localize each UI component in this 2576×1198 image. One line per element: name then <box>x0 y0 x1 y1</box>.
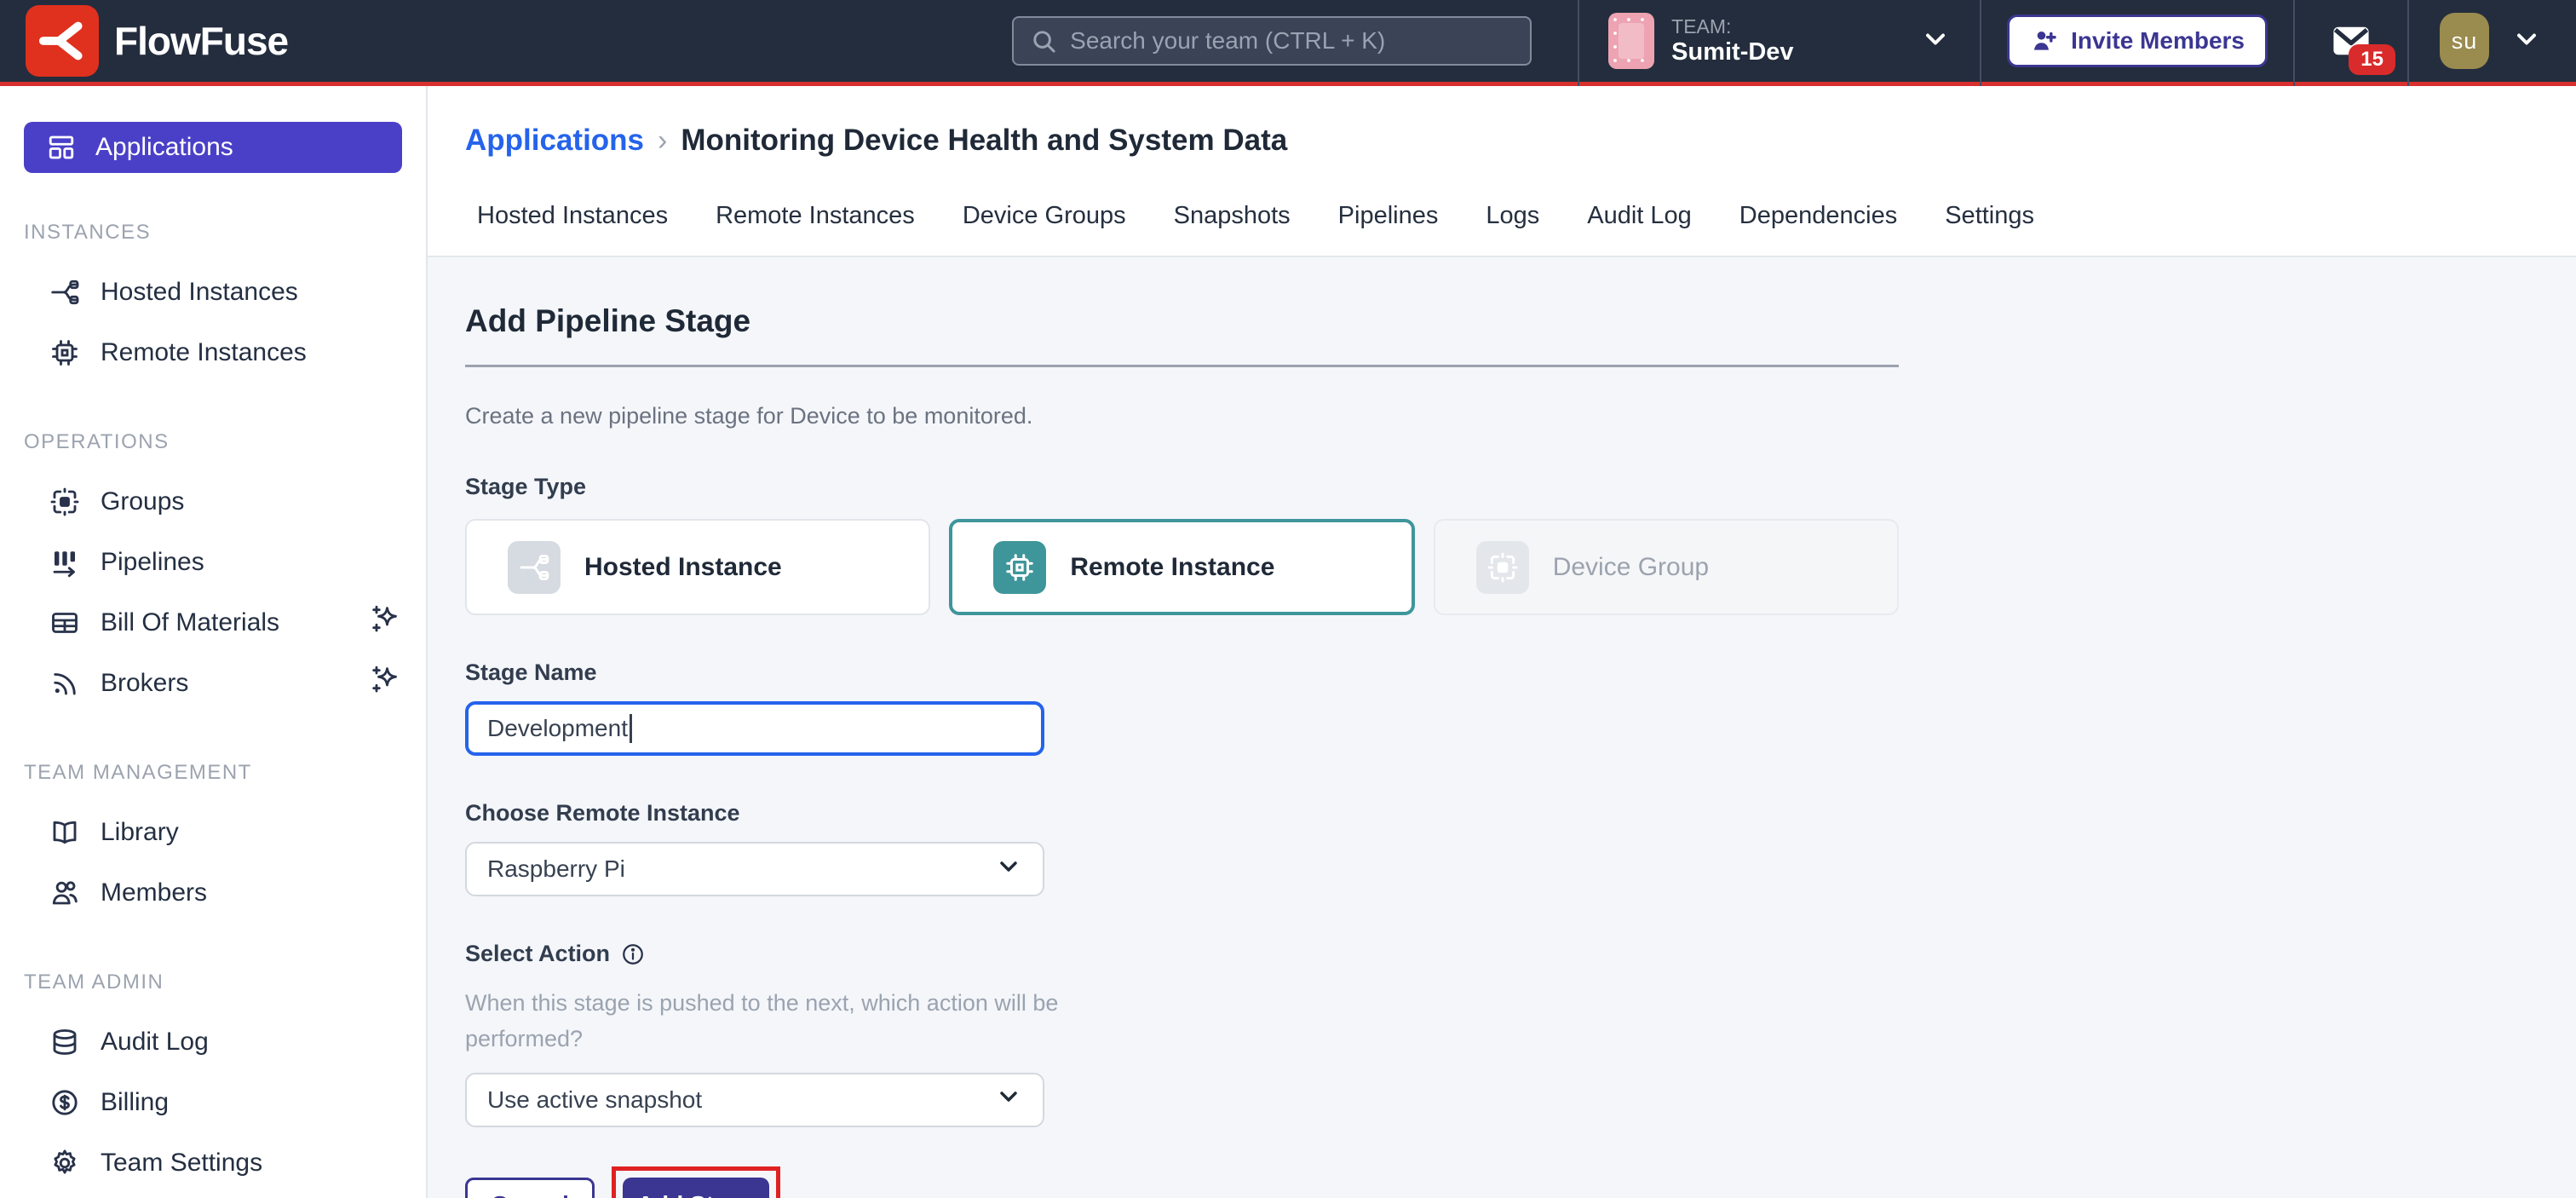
avatar: su <box>2440 13 2489 69</box>
sidebar-item-bill-of-materials[interactable]: Bill Of Materials <box>0 592 426 653</box>
user-menu[interactable]: su <box>2409 13 2550 69</box>
form-actions: Cancel Add Stage <box>465 1166 1899 1198</box>
main-area: Applications › Monitoring Device Health … <box>428 86 2576 1198</box>
sidebar-item-audit-log[interactable]: Audit Log <box>0 1011 426 1072</box>
applications-grid-icon <box>46 132 77 163</box>
cancel-button[interactable]: Cancel <box>465 1178 595 1198</box>
text-caret <box>630 714 632 743</box>
gear-icon <box>49 1148 80 1178</box>
dollar-icon <box>49 1087 80 1118</box>
remote-instance-label: Choose Remote Instance <box>465 800 1899 827</box>
content-area: Add Pipeline Stage Create a new pipeline… <box>428 256 2576 1198</box>
device-group-icon <box>49 487 80 517</box>
page: FlowFuse TEAM: Sumit-Dev Invite Members <box>0 0 2576 1198</box>
stage-type-device-group: Device Group <box>1434 519 1899 615</box>
team-search[interactable] <box>1012 16 1532 66</box>
search-icon <box>1029 26 1058 55</box>
section-label-team-management: TEAM MANAGEMENT <box>0 761 426 785</box>
notifications-button[interactable]: 15 <box>2295 19 2407 63</box>
chevron-down-icon <box>2511 24 2542 59</box>
tab-hosted-instances[interactable]: Hosted Instances <box>477 202 668 230</box>
annotation-highlight-box: Add Stage <box>612 1166 780 1198</box>
breadcrumb: Applications › Monitoring Device Health … <box>465 124 2576 158</box>
brand-name: FlowFuse <box>114 18 288 64</box>
team-selector[interactable]: TEAM: Sumit-Dev <box>1579 13 1980 69</box>
stage-name-label: Stage Name <box>465 659 1899 686</box>
sparkle-icon <box>368 602 402 643</box>
section-label-instances: INSTANCES <box>0 221 426 245</box>
chip-icon <box>49 337 80 368</box>
hosted-instances-icon <box>49 277 80 308</box>
stage-type-hosted-instance[interactable]: Hosted Instance <box>465 519 930 615</box>
sparkle-icon <box>368 663 402 704</box>
top-navbar: FlowFuse TEAM: Sumit-Dev Invite Members <box>0 0 2576 86</box>
title-divider <box>465 365 1899 367</box>
broker-rss-icon <box>49 668 80 699</box>
book-icon <box>49 817 80 848</box>
tab-bar: Hosted Instances Remote Instances Device… <box>465 158 2576 256</box>
sidebar-item-billing[interactable]: Billing <box>0 1072 426 1132</box>
team-label: TEAM: <box>1671 15 1793 37</box>
sidebar-item-members[interactable]: Members <box>0 862 426 923</box>
invite-members-button[interactable]: Invite Members <box>2007 14 2268 67</box>
search-input[interactable] <box>1070 27 1515 55</box>
device-group-icon <box>1476 541 1529 594</box>
chevron-down-icon <box>995 1083 1022 1116</box>
notification-badge: 15 <box>2349 44 2395 75</box>
tab-logs[interactable]: Logs <box>1486 202 1539 230</box>
tab-remote-instances[interactable]: Remote Instances <box>716 202 915 230</box>
tab-snapshots[interactable]: Snapshots <box>1174 202 1291 230</box>
page-header: Applications › Monitoring Device Health … <box>428 86 2576 256</box>
users-icon <box>49 878 80 908</box>
flowfuse-logo-icon <box>26 5 99 77</box>
form-description: Create a new pipeline stage for Device t… <box>465 403 1899 429</box>
select-action-help: When this stage is pushed to the next, w… <box>465 986 1061 1057</box>
sidebar-item-remote-instances[interactable]: Remote Instances <box>0 322 426 383</box>
hosted-instance-icon <box>508 541 561 594</box>
stage-type-options: Hosted Instance Remote Instance Device G… <box>465 519 1899 615</box>
chevron-down-icon <box>1920 24 1951 59</box>
chip-icon <box>993 541 1046 594</box>
person-plus-icon <box>2030 26 2059 55</box>
section-label-operations: OPERATIONS <box>0 430 426 454</box>
tab-settings[interactable]: Settings <box>1945 202 2034 230</box>
stage-name-input[interactable]: Development <box>465 701 1044 756</box>
sidebar-item-groups[interactable]: Groups <box>0 471 426 532</box>
sidebar: Applications INSTANCES Hosted Instances … <box>0 86 428 1198</box>
page-title: Monitoring Device Health and System Data <box>681 124 1287 158</box>
action-select[interactable]: Use active snapshot <box>465 1073 1044 1127</box>
nav-divider <box>1980 0 1981 86</box>
brand[interactable]: FlowFuse <box>26 5 288 77</box>
add-stage-button[interactable]: Add Stage <box>623 1178 769 1198</box>
sidebar-item-library[interactable]: Library <box>0 802 426 862</box>
breadcrumb-applications-link[interactable]: Applications <box>465 124 644 158</box>
database-icon <box>49 1027 80 1057</box>
sidebar-item-team-settings[interactable]: Team Settings <box>0 1132 426 1193</box>
sidebar-item-applications[interactable]: Applications <box>24 122 402 173</box>
form-title: Add Pipeline Stage <box>465 303 1899 339</box>
tab-device-groups[interactable]: Device Groups <box>963 202 1126 230</box>
team-name: Sumit-Dev <box>1671 38 1793 66</box>
remote-instance-select[interactable]: Raspberry Pi <box>465 842 1044 896</box>
tab-pipelines[interactable]: Pipelines <box>1338 202 1439 230</box>
select-action-label: Select Action <box>465 941 610 967</box>
section-label-team-admin: TEAM ADMIN <box>0 970 426 994</box>
breadcrumb-separator: › <box>658 124 667 158</box>
tab-audit-log[interactable]: Audit Log <box>1587 202 1692 230</box>
chevron-down-icon <box>995 853 1022 886</box>
sidebar-item-hosted-instances[interactable]: Hosted Instances <box>0 262 426 322</box>
sidebar-item-brokers[interactable]: Brokers <box>0 653 426 713</box>
team-avatar <box>1608 13 1654 69</box>
pipelines-icon <box>49 547 80 578</box>
info-icon[interactable] <box>620 942 646 967</box>
table-icon <box>49 608 80 638</box>
stage-type-remote-instance[interactable]: Remote Instance <box>949 519 1414 615</box>
tab-dependencies[interactable]: Dependencies <box>1739 202 1897 230</box>
stage-type-label: Stage Type <box>465 474 1899 500</box>
sidebar-item-pipelines[interactable]: Pipelines <box>0 532 426 592</box>
